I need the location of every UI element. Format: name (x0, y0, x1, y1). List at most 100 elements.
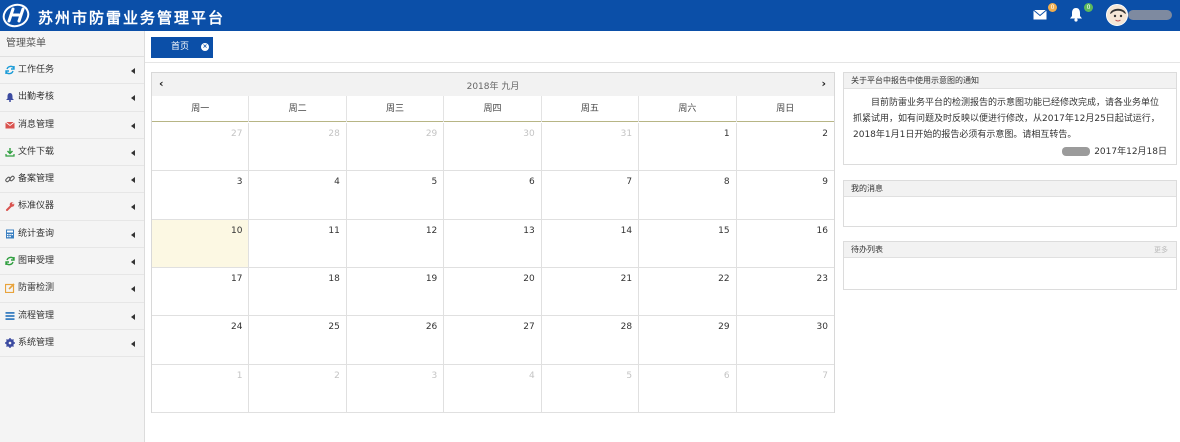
user-avatar[interactable] (1106, 4, 1128, 26)
calendar-day-today[interactable]: 10 (152, 219, 250, 268)
day-number: 27 (230, 129, 243, 139)
calendar-day[interactable]: 23 (736, 268, 834, 317)
calendar-day[interactable]: 18 (249, 268, 347, 317)
refresh-icon (5, 65, 15, 75)
calendar-next-button[interactable]: › (821, 78, 826, 90)
calendar-day[interactable]: 17 (152, 268, 250, 317)
calendar-day[interactable]: 21 (541, 268, 640, 317)
day-number: 14 (620, 225, 633, 236)
day-number: 6 (723, 370, 730, 381)
sidebar-item[interactable]: 统计查询 (0, 221, 144, 249)
calendar-day[interactable]: 12 (346, 219, 445, 268)
calendar-day[interactable]: 6 (639, 364, 737, 413)
weekday-header: 周五 (542, 96, 640, 122)
calendar-day[interactable]: 4 (249, 171, 347, 220)
todo-panel: 待办列表 更多 (843, 241, 1177, 290)
calendar-day[interactable]: 31 (541, 123, 640, 172)
sidebar-item[interactable]: 消息管理 (0, 112, 144, 139)
day-number: 16 (816, 225, 828, 236)
mail-button[interactable]: 0 (1033, 3, 1057, 24)
sidebar-item[interactable]: 出勤考核 (0, 84, 144, 112)
calendar-day[interactable]: 25 (249, 316, 347, 365)
sidebar-item[interactable]: 标准仪器 (0, 193, 144, 221)
notification-button[interactable]: 0 (1069, 3, 1093, 24)
day-number: 27 (523, 322, 535, 333)
day-number: 10 (230, 225, 243, 236)
calendar-day[interactable]: 28 (249, 123, 347, 172)
calendar-day[interactable]: 13 (444, 219, 542, 268)
calendar-day[interactable]: 29 (346, 123, 445, 172)
tab-home[interactable]: 首页 × (151, 37, 213, 58)
calendar-day[interactable]: 27 (444, 316, 542, 365)
calendar-day[interactable]: 20 (444, 268, 542, 317)
sidebar-item[interactable]: 防雷检测 (0, 275, 144, 303)
calendar-title: 2018年 九月 (466, 82, 520, 92)
weekday-header: 周日 (776, 104, 795, 114)
day-number: 3 (236, 177, 243, 188)
app-title: 苏州市防雷业务管理平台 (38, 9, 226, 27)
calendar-day[interactable]: 16 (736, 220, 834, 268)
notice-date: 2017年12月18日 (1094, 147, 1167, 157)
calendar-day[interactable]: 7 (541, 171, 640, 220)
calendar-day[interactable]: 19 (346, 268, 445, 317)
sidebar-item-label: 流程管理 (18, 310, 55, 321)
sidebar-item[interactable]: 系统管理 (0, 330, 144, 358)
caret-left-icon (131, 286, 135, 293)
calendar-day[interactable]: 3 (346, 364, 445, 413)
sidebar-item[interactable]: 流程管理 (0, 303, 144, 330)
calendar-day[interactable]: 1 (152, 364, 250, 413)
day-number: 30 (523, 129, 535, 139)
calendar-day[interactable]: 26 (346, 316, 445, 365)
todo-more-link[interactable]: 更多 (1154, 242, 1168, 258)
envelope-icon (1033, 9, 1047, 20)
calendar-day[interactable]: 30 (736, 316, 834, 365)
caret-left-icon (131, 95, 135, 102)
calendar-day[interactable]: 8 (639, 171, 737, 220)
calendar-day[interactable]: 15 (639, 219, 737, 268)
calendar-day[interactable]: 27 (152, 123, 250, 172)
day-number: 29 (425, 129, 438, 139)
day-number: 30 (816, 322, 828, 333)
sidebar-item-label: 消息管理 (18, 119, 55, 130)
tab-home-label: 首页 (171, 42, 190, 52)
sidebar-item[interactable]: 图审受理 (0, 248, 144, 276)
calendar-day[interactable]: 7 (736, 365, 834, 413)
sidebar-item[interactable]: 工作任务 (0, 57, 144, 85)
calendar-day[interactable]: 9 (736, 171, 834, 220)
tab-close-icon[interactable]: × (201, 43, 209, 51)
calendar-day[interactable]: 11 (249, 219, 347, 268)
calendar-day[interactable]: 22 (639, 268, 737, 317)
messages-panel: 我的消息 (843, 180, 1177, 227)
sidebar-item[interactable]: 备案管理 (0, 166, 144, 194)
calendar-day[interactable]: 30 (444, 123, 542, 172)
username-redacted[interactable] (1128, 10, 1172, 20)
calendar-day[interactable]: 24 (152, 316, 250, 365)
calendar-day[interactable]: 14 (541, 219, 640, 268)
weekday-header: 周四 (444, 96, 542, 122)
calendar-day[interactable]: 4 (444, 364, 542, 413)
calendar-day[interactable]: 1 (639, 123, 737, 172)
caret-left-icon (131, 122, 135, 129)
edit-icon (5, 283, 15, 294)
sidebar-item-label: 系统管理 (18, 337, 55, 348)
sidebar-item-label: 图审受理 (18, 256, 55, 267)
bell-icon (6, 93, 14, 103)
calendar-day[interactable]: 3 (152, 171, 250, 220)
gear-icon (5, 337, 15, 348)
day-number: 31 (620, 129, 633, 139)
sidebar-item-label: 防雷检测 (18, 283, 55, 294)
calendar-day[interactable]: 6 (444, 171, 542, 220)
envelope-icon (5, 121, 15, 129)
calendar-day[interactable]: 2 (249, 364, 347, 413)
sidebar-item-label: 出勤考核 (18, 92, 55, 103)
calendar-day[interactable]: 5 (346, 171, 445, 220)
calculator-icon (6, 229, 14, 239)
calendar-day[interactable]: 5 (541, 364, 640, 413)
calendar-day[interactable]: 2 (736, 123, 834, 172)
day-number: 5 (431, 177, 438, 188)
calendar-day[interactable]: 29 (639, 316, 737, 365)
weekday-header: 周一 (152, 96, 250, 122)
calendar-day[interactable]: 28 (541, 316, 640, 365)
caret-left-icon (131, 231, 135, 238)
sidebar-item[interactable]: 文件下载 (0, 139, 144, 167)
